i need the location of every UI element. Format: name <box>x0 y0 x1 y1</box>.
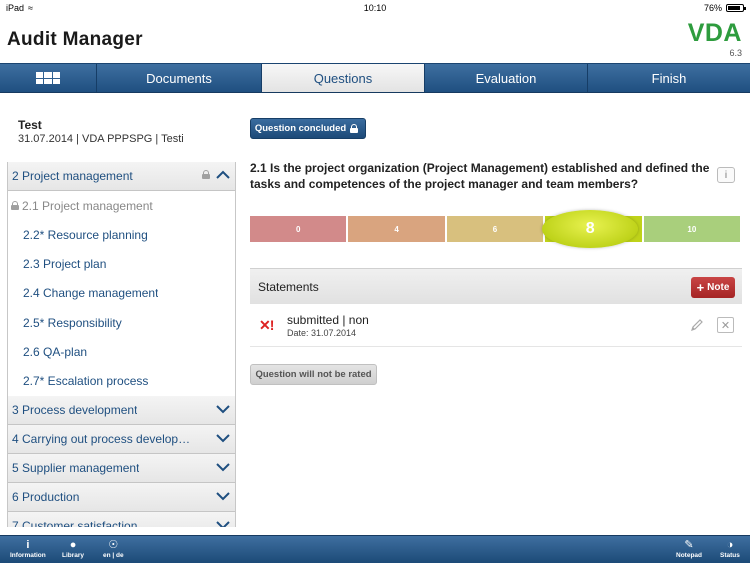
chevron-up-icon <box>216 170 230 179</box>
nav-section[interactable]: 6 Production <box>8 483 235 513</box>
rating-scale: 0 4 6 10 8 <box>250 210 743 248</box>
chevron-down-icon <box>216 492 230 501</box>
nav-question[interactable]: 2.1 Project management <box>8 191 235 221</box>
nav-question[interactable]: 2.7* Escalation process <box>8 366 235 396</box>
rating-option-0[interactable]: 0 <box>250 216 349 242</box>
chevron-down-icon <box>216 433 230 443</box>
project-meta: 31.07.2014 | VDA PPPSPG | Testi <box>18 133 184 145</box>
nav-item-label: 2 Project management <box>12 169 133 184</box>
language-label: en | de <box>103 552 124 559</box>
statement-row[interactable]: ✕! submitted | non Date: 31.07.2014 ✕ <box>250 305 742 347</box>
vda-logo: VDA <box>687 19 742 47</box>
chevron-down-icon <box>216 521 230 527</box>
nav-question[interactable]: 2.4 Change management <box>8 278 235 308</box>
grid-icon <box>36 72 60 84</box>
statement-title: submitted | non <box>287 313 369 327</box>
statement-date: Date: 31.07.2014 <box>287 328 357 338</box>
lock-icon <box>11 201 19 211</box>
status-button[interactable]: ◑ Status <box>720 538 740 559</box>
tab-questions[interactable]: Questions <box>262 64 425 92</box>
status-label: Status <box>720 552 740 559</box>
status-bar: iPad ≈ 10:10 76% <box>0 0 750 16</box>
pencil-icon: ✎ <box>684 539 694 551</box>
chevron-down-icon <box>216 404 230 413</box>
project-name: Test <box>18 118 42 132</box>
library-icon: ● <box>69 539 77 551</box>
nav-item-label: 7 Customer satisfaction <box>12 519 138 527</box>
nav-question[interactable]: 2.5* Responsibility <box>8 307 235 338</box>
close-icon: ✕ <box>720 319 731 332</box>
nav-item-label: 2.3 Project plan <box>23 257 107 272</box>
library-button[interactable]: ● Library <box>62 538 84 559</box>
question-concluded-button[interactable]: Question concluded <box>250 118 366 139</box>
nav-question[interactable]: 2.3 Project plan <box>8 249 235 279</box>
question-concluded-label: Question concluded <box>254 123 347 134</box>
battery-icon <box>726 4 746 12</box>
nav-item-label: 2.1 Project management <box>22 198 153 213</box>
tab-documents[interactable]: Documents <box>97 64 262 92</box>
library-label: Library <box>62 552 85 559</box>
information-label: Information <box>10 552 46 559</box>
notepad-label: Notepad <box>676 552 702 559</box>
nav-question[interactable]: 2.2* Resource planning <box>8 220 235 250</box>
tab-overview[interactable] <box>0 64 97 92</box>
question-text: 2.1 Is the project organization (Project… <box>250 161 710 191</box>
nav-item-label: 6 Production <box>12 490 80 505</box>
pencil-icon[interactable] <box>689 317 705 333</box>
nav-section[interactable]: 3 Process development <box>8 395 235 425</box>
nav-item-label: 2.7* Escalation process <box>23 373 149 388</box>
bottom-toolbar: i Information ● Library ☉ en | de ✎ Note… <box>0 535 750 563</box>
nav-item-label: 3 Process development <box>12 402 138 417</box>
notepad-button[interactable]: ✎ Notepad <box>676 538 702 559</box>
statements-header: Statements + Note <box>250 268 742 304</box>
not-rated-button[interactable]: Question will not be rated <box>250 364 377 385</box>
chevron-down-icon <box>216 463 230 472</box>
nav-item-label: 4 Carrying out process develop… <box>12 431 191 446</box>
nonconformity-icon: ✕! <box>259 317 274 333</box>
tab-evaluation[interactable]: Evaluation <box>425 64 588 92</box>
info-icon: i <box>724 169 728 181</box>
information-button[interactable]: i Information <box>10 538 46 559</box>
info-icon: i <box>26 539 30 551</box>
nav-item-label: 2.5* Responsibility <box>23 315 122 330</box>
status-icon: ◑ <box>726 539 734 551</box>
lock-icon <box>350 124 359 133</box>
app-version: 6.3 <box>729 48 742 58</box>
nav-section[interactable]: 7 Customer satisfaction <box>8 512 235 527</box>
app-title: Audit Manager <box>7 29 143 50</box>
nav-item-label: 2.2* Resource planning <box>23 227 148 242</box>
info-button[interactable]: i <box>717 167 735 183</box>
battery-percent: 76% <box>703 3 722 13</box>
nav-section[interactable]: 4 Carrying out process develop… <box>8 424 235 454</box>
nav-question[interactable]: 2.6 QA-plan <box>8 337 235 367</box>
tab-finish[interactable]: Finish <box>588 64 750 92</box>
nav-section[interactable]: 5 Supplier management <box>8 453 235 484</box>
question-nav-list: 2 Project management 2.1 Project manageme… <box>7 162 236 527</box>
rating-option-6[interactable]: 6 <box>446 216 546 242</box>
lock-icon <box>202 170 210 179</box>
clock: 10:10 <box>363 3 387 13</box>
statements-title: Statements <box>258 279 319 294</box>
language-button[interactable]: ☉ en | de <box>103 538 124 559</box>
nav-section[interactable]: 2 Project management <box>8 162 235 192</box>
rating-selected[interactable]: 8 <box>542 210 639 248</box>
add-note-label: Note <box>707 282 730 293</box>
nav-item-label: 5 Supplier management <box>12 460 140 475</box>
add-note-button[interactable]: + Note <box>691 277 735 298</box>
nav-item-label: 2.6 QA-plan <box>23 344 88 359</box>
rating-option-10[interactable]: 10 <box>643 216 743 242</box>
delete-statement-button[interactable]: ✕ <box>717 317 734 333</box>
nav-item-label: 2.4 Change management <box>23 286 159 301</box>
globe-icon: ☉ <box>108 539 119 551</box>
rating-option-4[interactable]: 4 <box>348 216 447 242</box>
main-tab-bar: Documents Questions Evaluation Finish <box>0 63 750 93</box>
plus-icon: + <box>696 279 705 295</box>
